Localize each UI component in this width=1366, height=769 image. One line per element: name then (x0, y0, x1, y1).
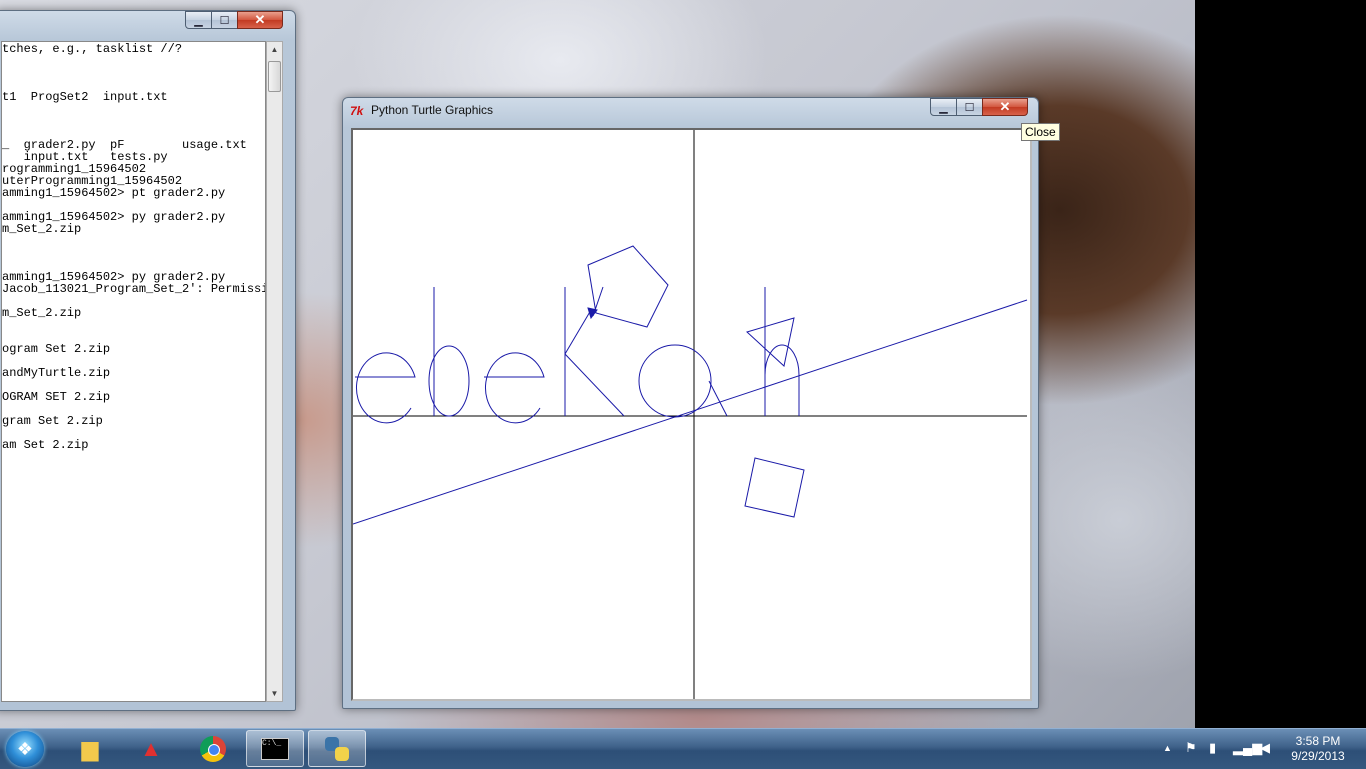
console-window-controls: ▁ ☐ ✕ (185, 11, 283, 29)
turtle-maximize-button[interactable]: ☐ (956, 98, 983, 116)
console-line: t1 ProgSet2 input.txt (2, 90, 168, 104)
scroll-up-arrow-icon[interactable]: ▲ (267, 42, 282, 57)
console-minimize-button[interactable]: ▁ (185, 11, 212, 29)
console-line: m_Set_2.zip (2, 222, 82, 236)
pentagon-shape (587, 245, 669, 328)
turtle-drawing (353, 130, 1028, 699)
console-line: amming1_15964502> pt grader2.py (2, 186, 226, 200)
console-line: tches, e.g., tasklist //? (2, 42, 183, 56)
taskbar: ❖ ▆ ▲ C:\_ ▲ ⚑ ▮ ▂▄▆ ◀ 3:58 PM 9/29/2013 (0, 728, 1366, 769)
console-line: OGRAM SET 2.zip (2, 390, 111, 404)
network-signal-icon[interactable]: ▂▄▆ (1233, 740, 1262, 756)
clock-date: 9/29/2013 (1291, 749, 1345, 763)
taskbar-autocad-button[interactable]: ▲ (122, 730, 180, 767)
letter-e-2 (484, 352, 545, 424)
triangle-shape (746, 317, 795, 367)
square-shape (744, 457, 805, 518)
letter-b (428, 287, 470, 417)
turtle-window-controls: ▁ ☐ ✕ (930, 98, 1028, 116)
windows-orb-icon: ❖ (16, 738, 34, 759)
tk-icon: 7k (350, 104, 364, 118)
console-window[interactable]: ▁ ☐ ✕ tches, e.g., tasklist //? t1 ProgSe… (0, 10, 296, 711)
python-icon (325, 736, 349, 761)
window-title: Python Turtle Graphics (371, 103, 494, 117)
turtle-graphics-window[interactable]: 7k Python Turtle Graphics ▁ ☐ ✕ (342, 97, 1039, 709)
scroll-down-arrow-icon[interactable]: ▼ (267, 686, 282, 701)
diagonal-line (353, 299, 1028, 525)
system-clock[interactable]: 3:58 PM 9/29/2013 (1278, 734, 1358, 764)
letter-a (638, 344, 728, 418)
console-line: ogram Set 2.zip (2, 342, 111, 356)
console-close-button[interactable]: ✕ (237, 11, 283, 29)
battery-icon[interactable]: ▮ (1209, 740, 1216, 756)
turtle-canvas[interactable] (351, 128, 1032, 701)
console-line: Jacob_113021_Program_Set_2': Permission (2, 282, 266, 296)
command-prompt-icon: C:\_ (261, 737, 289, 760)
autocad-icon: ▲ (140, 735, 162, 761)
taskbar-python-button[interactable] (308, 730, 366, 767)
show-hidden-icons-icon[interactable]: ▲ (1163, 743, 1172, 753)
taskbar-chrome-button[interactable] (184, 730, 242, 767)
desktop-black-area (1195, 0, 1366, 728)
turtle-close-button[interactable]: ✕ (982, 98, 1028, 116)
close-tooltip: Close (1021, 123, 1060, 141)
console-line: am Set 2.zip (2, 438, 89, 452)
start-button[interactable]: ❖ (6, 731, 44, 767)
console-line: gram Set 2.zip (2, 414, 103, 428)
taskbar-cmd-button[interactable]: C:\_ (246, 730, 304, 767)
taskbar-explorer-button[interactable]: ▆ (61, 730, 119, 767)
turtle-minimize-button[interactable]: ▁ (930, 98, 957, 116)
chrome-icon (200, 735, 226, 762)
console-scrollbar[interactable]: ▲ ▼ (266, 41, 283, 702)
action-center-flag-icon[interactable]: ⚑ (1185, 740, 1197, 756)
clock-time: 3:58 PM (1295, 734, 1341, 748)
console-line: andMyTurtle.zip (2, 366, 111, 380)
letter-h (764, 287, 800, 416)
console-maximize-button[interactable]: ☐ (211, 11, 238, 29)
volume-icon[interactable]: ◀ (1260, 740, 1270, 756)
console-output[interactable]: tches, e.g., tasklist //? t1 ProgSet2 inp… (1, 41, 266, 702)
folder-icon: ▆ (81, 735, 99, 761)
letter-e-1 (355, 352, 416, 424)
console-line: m_Set_2.zip (2, 306, 82, 320)
scrollbar-thumb[interactable] (268, 61, 281, 92)
